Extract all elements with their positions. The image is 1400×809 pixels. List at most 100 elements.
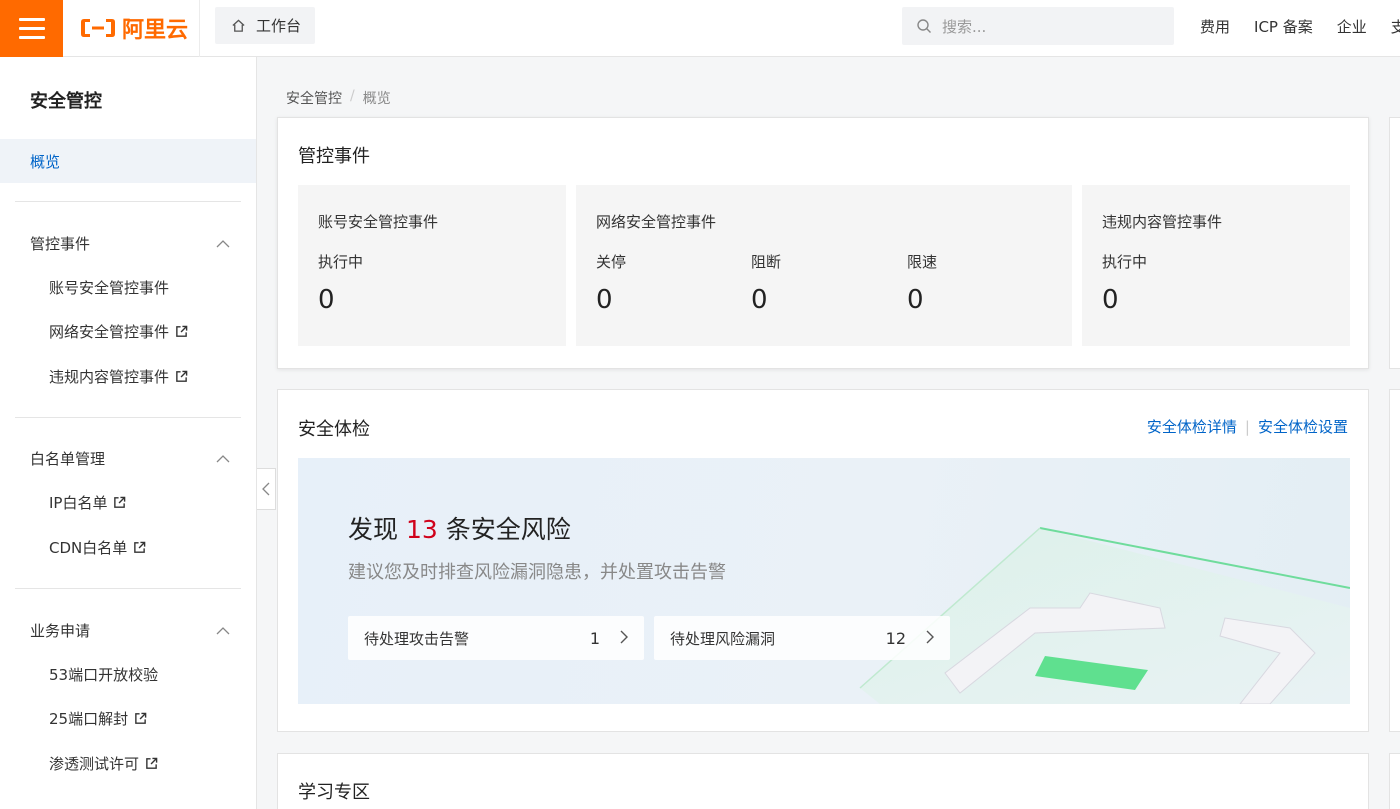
aliyun-logo-icon: [81, 19, 115, 37]
breadcrumb: 安全管控 / 概览: [286, 88, 391, 108]
right-card-peek: [1389, 389, 1400, 732]
risk-count: 13: [405, 515, 438, 544]
metric-value: 0: [318, 285, 335, 315]
sidebar-item-port25[interactable]: 25端口解封: [49, 708, 147, 729]
brand-name: 阿里云: [122, 18, 189, 43]
sidebar-item-label: 53端口开放校验: [49, 666, 159, 684]
sidebar-collapse-button[interactable]: [257, 468, 276, 510]
right-card-peek: [1389, 753, 1400, 809]
home-icon: [232, 19, 245, 32]
sidebar-item-port53[interactable]: 53端口开放校验: [49, 664, 158, 685]
workbench-button[interactable]: 工作台: [215, 7, 315, 44]
sidebar-item-label: 25端口解封: [49, 710, 129, 728]
security-check-details-link[interactable]: 安全体检详情: [1147, 416, 1237, 437]
top-link-icp[interactable]: ICP 备案: [1254, 16, 1313, 37]
chevron-up-icon: [216, 239, 230, 247]
account-events-box[interactable]: 账号安全管控事件 执行中 0: [298, 185, 566, 346]
external-link-icon: [114, 496, 126, 508]
pending-label: 待处理攻击告警: [364, 629, 470, 648]
chevron-up-icon: [216, 454, 230, 462]
divider: [15, 417, 241, 418]
breadcrumb-separator: /: [350, 88, 355, 104]
top-link-support[interactable]: 支: [1391, 16, 1400, 37]
sidebar-item-label: 概览: [30, 152, 61, 171]
chevron-left-icon: [262, 482, 270, 496]
sidebar-group-label: 管控事件: [30, 235, 91, 253]
sidebar-item-label: 渗透测试许可: [49, 755, 140, 773]
sidebar-item-label: CDN白名单: [49, 539, 128, 557]
box-title: 网络安全管控事件: [596, 213, 717, 231]
box-title: 违规内容管控事件: [1102, 213, 1223, 231]
chevron-up-icon: [216, 626, 230, 634]
chevron-right-icon: [926, 630, 934, 644]
sidebar-group-business-requests[interactable]: 业务申请: [30, 620, 230, 641]
breadcrumb-current: 概览: [362, 91, 391, 107]
sidebar-title: 安全管控: [30, 91, 102, 112]
sidebar-group-label: 业务申请: [30, 622, 91, 640]
sidebar-item-network-events[interactable]: 网络安全管控事件: [49, 321, 188, 342]
pending-alerts-button[interactable]: 待处理攻击告警 1: [348, 616, 644, 660]
metric-value-block: 0: [751, 285, 768, 315]
external-link-icon: [134, 541, 146, 553]
external-link-icon: [146, 757, 158, 769]
sidebar-group-whitelist[interactable]: 白名单管理: [30, 448, 230, 469]
metric-label-shutdown: 关停: [596, 253, 627, 271]
security-check-card: 安全体检 安全体检详情 | 安全体检设置 发现 13 条安全风险 建议您及时排查: [277, 389, 1369, 732]
sidebar-item-label: IP白名单: [49, 494, 108, 512]
box-title: 账号安全管控事件: [318, 213, 439, 231]
network-events-box[interactable]: 网络安全管控事件 关停 0 阻断 0 限速 0: [576, 185, 1072, 346]
sidebar: 安全管控 概览 管控事件 账号安全管控事件 网络安全管控事件 违规内容管控事件 …: [0, 57, 257, 809]
sidebar-item-content-events[interactable]: 违规内容管控事件: [49, 366, 188, 387]
learning-card: 学习专区: [277, 753, 1369, 809]
sidebar-item-pentest[interactable]: 渗透测试许可: [49, 753, 158, 774]
security-check-settings-link[interactable]: 安全体检设置: [1258, 416, 1348, 437]
sidebar-group-control-events[interactable]: 管控事件: [30, 233, 230, 254]
workbench-label: 工作台: [256, 17, 302, 35]
shield-illustration: [859, 527, 1350, 704]
top-nav-bar: 阿里云 工作台 搜索... 费用 ICP 备案 企业 支: [0, 0, 1400, 57]
pending-label: 待处理风险漏洞: [670, 629, 776, 648]
divider: [15, 588, 241, 589]
security-check-links: 安全体检详情 | 安全体检设置: [1147, 416, 1348, 437]
metric-label-ratelimit: 限速: [907, 253, 938, 271]
risk-headline: 发现 13 条安全风险: [348, 510, 571, 546]
breadcrumb-root[interactable]: 安全管控: [286, 88, 342, 108]
risk-subtitle: 建议您及时排查风险漏洞隐患，并处置攻击告警: [348, 562, 726, 583]
metric-value: 0: [1102, 285, 1119, 315]
metric-label: 执行中: [318, 253, 364, 271]
sidebar-item-ip-whitelist[interactable]: IP白名单: [49, 492, 126, 513]
top-links: 费用 ICP 备案 企业 支: [1200, 0, 1400, 52]
pending-count: 12: [885, 628, 906, 648]
top-divider: [199, 0, 200, 57]
sidebar-item-cdn-whitelist[interactable]: CDN白名单: [49, 537, 146, 558]
top-link-fees[interactable]: 费用: [1200, 16, 1230, 37]
sidebar-group-label: 白名单管理: [30, 450, 106, 468]
card-title: 学习专区: [298, 782, 370, 803]
external-link-icon: [176, 370, 188, 382]
metric-label-block: 阻断: [751, 253, 782, 271]
aliyun-logo[interactable]: 阿里云: [80, 13, 188, 43]
metric-value-ratelimit: 0: [907, 285, 924, 315]
chevron-right-icon: [620, 630, 628, 644]
metric-value-shutdown: 0: [596, 285, 613, 315]
sidebar-item-label: 账号安全管控事件: [49, 279, 170, 297]
content-events-box[interactable]: 违规内容管控事件 执行中 0: [1082, 185, 1350, 346]
sidebar-item-label: 违规内容管控事件: [49, 368, 170, 386]
search-icon: [917, 19, 931, 33]
control-events-card: 管控事件 账号安全管控事件 执行中 0 网络安全管控事件 关停 0 阻断 0 限…: [277, 117, 1369, 369]
metric-label: 执行中: [1102, 253, 1148, 271]
external-link-icon: [135, 712, 147, 724]
risk-headline-suffix: 条安全风险: [445, 515, 571, 544]
pending-vulns-button[interactable]: 待处理风险漏洞 12: [654, 616, 950, 660]
divider: [15, 201, 241, 202]
sidebar-item-overview[interactable]: 概览: [0, 139, 256, 183]
risk-headline-prefix: 发现: [348, 515, 399, 544]
search-input[interactable]: 搜索...: [902, 7, 1174, 45]
sidebar-item-account-events[interactable]: 账号安全管控事件: [49, 277, 169, 298]
external-link-icon: [176, 325, 188, 337]
hamburger-menu-button[interactable]: [0, 0, 63, 57]
card-title: 管控事件: [298, 146, 370, 167]
risk-banner: 发现 13 条安全风险 建议您及时排查风险漏洞隐患，并处置攻击告警 待处理攻击告…: [298, 458, 1350, 704]
pending-count: 1: [589, 628, 600, 648]
top-link-enterprise[interactable]: 企业: [1337, 16, 1367, 37]
